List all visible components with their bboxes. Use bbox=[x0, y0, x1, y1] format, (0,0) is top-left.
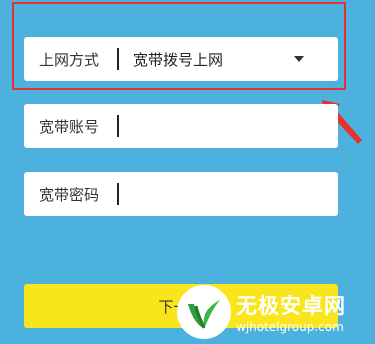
password-label: 宽带密码 bbox=[39, 185, 100, 204]
chevron-down-icon[interactable] bbox=[294, 56, 304, 62]
watermark-url: wjhotelgroup.com bbox=[236, 320, 344, 334]
connection-type-label: 上网方式 bbox=[39, 50, 100, 69]
text-cursor bbox=[117, 183, 119, 205]
password-field[interactable]: 宽带密码 bbox=[24, 172, 338, 216]
green-leaf-logo-icon bbox=[177, 285, 231, 339]
connection-type-value: 宽带拨号上网 bbox=[133, 50, 224, 69]
account-label: 宽带账号 bbox=[39, 117, 100, 136]
field-divider bbox=[117, 48, 119, 70]
watermark: 无极安卓网 wjhotelgroup.com bbox=[174, 280, 375, 344]
text-cursor bbox=[117, 115, 119, 137]
watermark-title: 无极安卓网 bbox=[236, 294, 346, 318]
account-field[interactable]: 宽带账号 bbox=[24, 104, 338, 148]
connection-type-select[interactable]: 上网方式 宽带拨号上网 bbox=[24, 37, 338, 81]
